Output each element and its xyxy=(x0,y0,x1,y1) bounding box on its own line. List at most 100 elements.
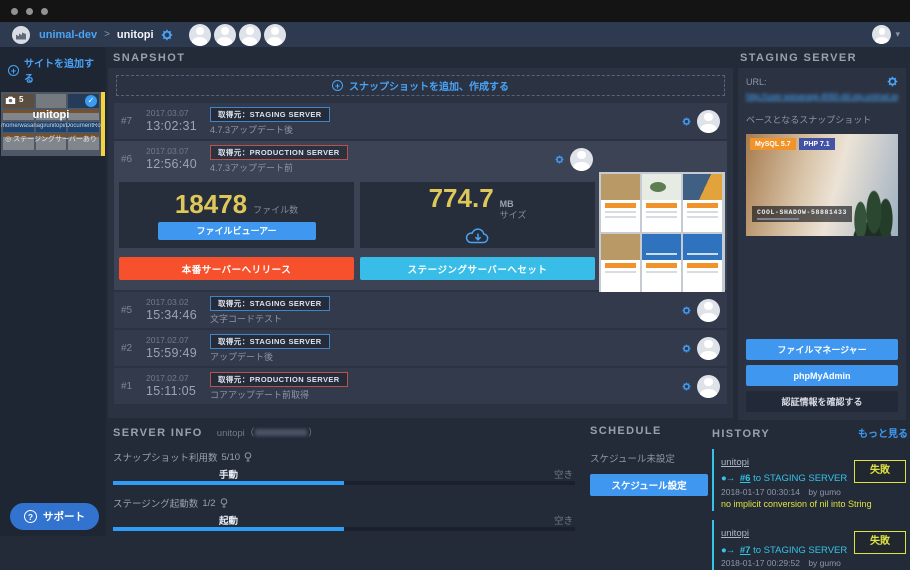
history-snapshot-link[interactable]: #6 xyxy=(740,473,751,484)
server-info-title: SERVER INFO xyxy=(113,427,203,439)
snapshot-id: #6 xyxy=(121,154,146,165)
support-button[interactable]: ? サポート xyxy=(10,503,99,530)
snapshot-settings-gear-icon[interactable] xyxy=(682,344,691,353)
snapshot-owner-avatar xyxy=(697,299,720,322)
app-navbar: unimal-dev > unitopi ▾ xyxy=(0,22,910,47)
source-badge: 取得元：STAGING SERVER xyxy=(210,334,330,349)
snapshot-id: #5 xyxy=(121,305,146,316)
file-count-value: 18478 xyxy=(175,191,247,217)
schedule-title: SCHEDULE xyxy=(590,425,708,437)
staging-server-panel: URL: http://user-wasanagi-4060-dd.stg.un… xyxy=(738,68,906,420)
schedule-settings-button[interactable]: スケジュール設定 xyxy=(590,474,708,496)
selected-check-icon: ✓ xyxy=(85,95,97,107)
history-entry: unitopi ●→ #7 to STAGING SERVER 2018-01-… xyxy=(712,520,908,569)
window-zoom-button[interactable] xyxy=(41,8,48,15)
member-avatar[interactable] xyxy=(239,24,261,46)
snapshot-settings-gear-icon[interactable] xyxy=(682,382,691,391)
size-card: 774.7 MB サイズ xyxy=(360,182,595,248)
snapshot-time: 15:59:49 xyxy=(146,346,210,360)
bar-active-label: 手動 xyxy=(219,467,238,481)
base-snapshot-label: ベースとなるスナップショット xyxy=(746,113,898,126)
history-entry: unitopi ●→ #6 to STAGING SERVER 2018-01-… xyxy=(712,449,908,511)
snapshot-description: 文字コードテスト xyxy=(210,315,282,324)
staging-launch-bar xyxy=(113,527,575,531)
file-count-label: ファイル数 xyxy=(253,203,298,216)
snapshot-date: 2017.03.07 xyxy=(146,109,210,119)
site-name: unitopi xyxy=(1,109,101,121)
member-avatar[interactable] xyxy=(214,24,236,46)
release-to-production-button[interactable]: 本番サーバーへリリース xyxy=(119,257,354,280)
snapshot-description: 4.7.3アップデート前 xyxy=(210,164,293,173)
snapshot-id: #2 xyxy=(121,343,146,354)
plus-circle-icon: + xyxy=(332,80,343,91)
status-badge: 失敗 xyxy=(854,531,906,554)
team-member-avatars xyxy=(189,24,286,46)
history-site-link[interactable]: unitopi xyxy=(721,457,749,468)
window-close-button[interactable] xyxy=(11,8,18,15)
snapshot-settings-gear-icon[interactable] xyxy=(682,117,691,126)
credentials-button[interactable]: 認証情報を確認する xyxy=(746,391,898,412)
window-minimize-button[interactable] xyxy=(26,8,33,15)
breadcrumb-team[interactable]: unimal-dev xyxy=(39,29,97,41)
schedule-section: SCHEDULE スケジュール未設定 スケジュール設定 xyxy=(590,425,708,496)
snapshot-time: 15:11:05 xyxy=(146,384,210,398)
snapshot-row[interactable]: #2 2017.02.07 15:59:49 取得元：STAGING SERVE… xyxy=(114,330,727,366)
php-version-badge: PHP 7.1 xyxy=(799,138,835,150)
member-avatar[interactable] xyxy=(264,24,286,46)
history-more-link[interactable]: もっと見る xyxy=(858,425,908,440)
deploy-arrow-icon: ●→ xyxy=(721,473,734,484)
add-snapshot-button[interactable]: + スナップショットを追加、作成する xyxy=(116,75,725,96)
member-avatar[interactable] xyxy=(189,24,211,46)
file-manager-button[interactable]: ファイルマネージャー xyxy=(746,339,898,360)
snapshot-owner-avatar xyxy=(570,148,593,171)
file-viewer-button[interactable]: ファイルビューアー xyxy=(158,222,316,240)
snapshot-date: 2017.03.07 xyxy=(146,147,210,157)
staging-settings-gear-icon[interactable] xyxy=(887,76,898,87)
account-menu[interactable]: ▾ xyxy=(872,22,900,47)
breadcrumb-site[interactable]: unitopi xyxy=(117,29,154,41)
mysql-version-badge: MySQL 5.7 xyxy=(750,138,796,150)
add-site-label: サイトを追加する xyxy=(24,55,102,85)
camera-icon xyxy=(5,96,16,104)
snapshot-time: 13:02:31 xyxy=(146,119,210,133)
phpmyadmin-button[interactable]: phpMyAdmin xyxy=(746,365,898,386)
breadcrumb-separator: > xyxy=(104,29,110,40)
staging-server-section-title: STAGING SERVER xyxy=(740,52,857,64)
history-site-link[interactable]: unitopi xyxy=(721,528,749,539)
add-site-button[interactable]: + サイトを追加する xyxy=(8,55,102,85)
bar-free-label: 空き xyxy=(554,513,573,527)
snapshot-description: アップデート後 xyxy=(210,353,273,362)
snapshot-owner-avatar xyxy=(697,375,720,398)
file-count-card: 18478 ファイル数 ファイルビューアー xyxy=(119,182,354,248)
staging-server-photo: MySQL 5.7 PHP 7.1 COOL-SHADOW-58881433 xyxy=(746,134,898,236)
history-author: by gumo xyxy=(808,558,841,568)
url-label: URL: xyxy=(746,77,767,87)
snapshot-settings-gear-icon[interactable] xyxy=(555,155,564,164)
snapshot-date: 2017.02.07 xyxy=(146,336,210,346)
staging-launch-metric: ステージング起動数 1/2 xyxy=(113,496,575,510)
account-avatar xyxy=(872,25,891,44)
snapshot-row[interactable]: #5 2017.03.02 15:34:46 取得元：STAGING SERVE… xyxy=(114,292,727,328)
snapshot-owner-avatar xyxy=(697,337,720,360)
target-icon: ◎ xyxy=(5,136,11,143)
history-snapshot-link[interactable]: #7 xyxy=(740,545,751,556)
support-label: サポート xyxy=(43,509,85,524)
staging-url-link[interactable]: http://user-wasanagi-4060-dd.stg.unimal.… xyxy=(746,92,898,101)
snapshot-settings-gear-icon[interactable] xyxy=(682,306,691,315)
snapshot-time: 15:34:46 xyxy=(146,308,210,322)
snapshot-id: #7 xyxy=(121,116,146,127)
cloud-download-icon[interactable] xyxy=(465,225,491,245)
snapshot-preview-thumbnail xyxy=(599,172,725,300)
app-logo xyxy=(12,26,30,44)
site-card-unitopi[interactable]: 5 ✓ unitopi /home/wasanagi/unitopi/Docum… xyxy=(1,92,105,156)
snapshot-row[interactable]: #7 2017.03.07 13:02:31 取得元：STAGING SERVE… xyxy=(114,103,727,139)
snapshot-row[interactable]: #1 2017.02.07 15:11:05 取得元：PRODUCTION SE… xyxy=(114,368,727,404)
source-badge: 取得元：PRODUCTION SERVER xyxy=(210,372,348,387)
size-value: 774.7 xyxy=(429,185,494,211)
snapshot-section-title: SNAPSHOT xyxy=(113,52,185,64)
site-path: /home/wasanagi/unitopi/DocumentRoot xyxy=(1,123,101,129)
history-author: by gumo xyxy=(808,487,841,497)
site-settings-gear-icon[interactable] xyxy=(161,29,173,41)
bar-active-label: 起動 xyxy=(219,513,238,527)
set-to-staging-button[interactable]: ステージングサーバーへセット xyxy=(360,257,595,280)
